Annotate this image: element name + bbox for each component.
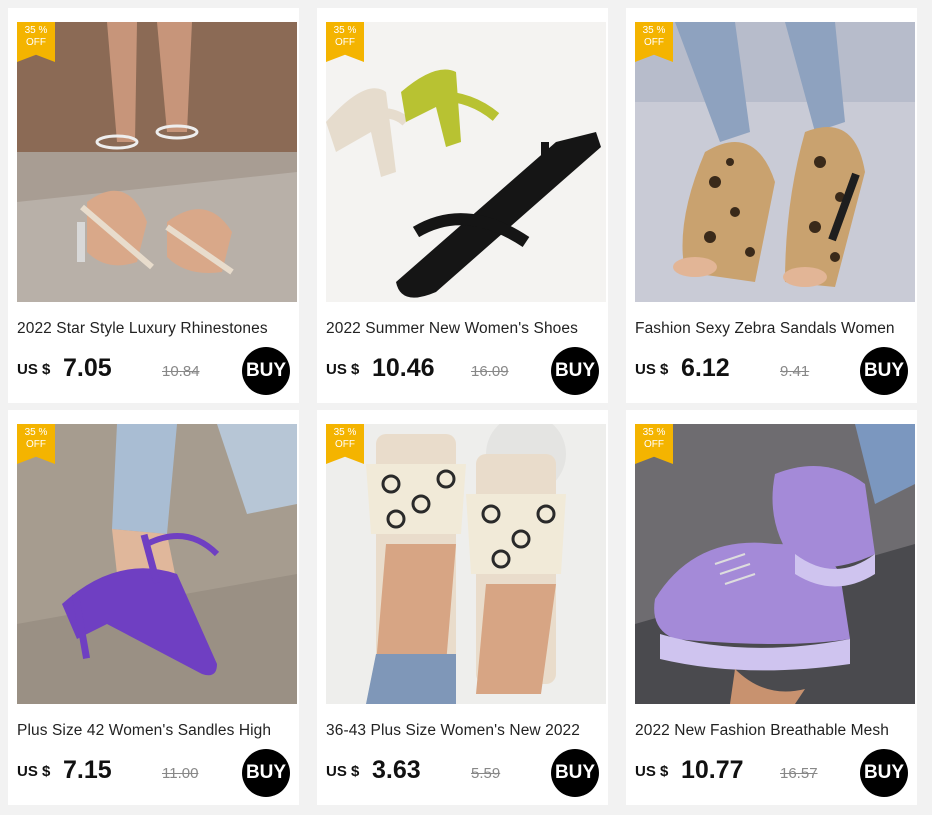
currency-label: US $ [635,763,669,780]
discount-off-label: OFF [26,37,46,48]
leopard-sandals-photo [635,22,915,302]
product-card[interactable]: 35 % OFF 2022 Summer New Women's Shoes U… [317,8,608,403]
purple-mesh-sneakers-photo [635,424,915,704]
product-image[interactable]: 35 % OFF [17,22,297,302]
product-title[interactable]: 2022 New Fashion Breathable Mesh [635,722,913,740]
buy-button[interactable]: BUY [551,749,599,797]
buy-button[interactable]: BUY [860,749,908,797]
discount-off-label: OFF [644,37,664,48]
product-image[interactable]: 35 % OFF [326,424,606,704]
sale-price: 7.15 [63,756,112,784]
discount-off-label: OFF [335,37,355,48]
discount-percent: 35 % [24,427,48,438]
product-card[interactable]: 35 % OFF Fashion Sexy Zebra Sandals Wome… [626,8,917,403]
currency-label: US $ [17,763,51,780]
discount-off-label: OFF [335,439,355,450]
currency-label: US $ [326,361,360,378]
currency-label: US $ [17,361,51,378]
sale-price: 10.77 [681,756,744,784]
sale-price: 3.63 [372,756,421,784]
product-title[interactable]: Plus Size 42 Women's Sandles High [17,722,295,740]
currency-label: US $ [326,763,360,780]
product-card[interactable]: 35 % OFF 2022 New Fashion Breathable Mes… [626,410,917,805]
buy-button[interactable]: BUY [551,347,599,395]
discount-percent: 35 % [642,25,666,36]
product-title[interactable]: Fashion Sexy Zebra Sandals Women [635,320,913,338]
original-price: 16.09 [471,363,509,380]
product-image[interactable]: 35 % OFF [326,22,606,302]
product-image[interactable]: 35 % OFF [635,22,915,302]
original-price: 10.84 [162,363,200,380]
product-title[interactable]: 2022 Summer New Women's Shoes [326,320,604,338]
discount-percent: 35 % [24,25,48,36]
product-card[interactable]: 35 % OFF 36-43 Plus Size Women's New 202… [317,410,608,805]
product-title[interactable]: 36-43 Plus Size Women's New 2022 [326,722,604,740]
square-toe-mules-photo [326,22,606,302]
discount-off-label: OFF [644,439,664,450]
sale-price: 7.05 [63,354,112,382]
discount-percent: 35 % [642,427,666,438]
buy-button[interactable]: BUY [860,347,908,395]
product-card[interactable]: 35 % OFF 2022 Star Style Luxury Rhinesto… [8,8,299,403]
currency-label: US $ [635,361,669,378]
product-image[interactable]: 35 % OFF [17,424,297,704]
product-title[interactable]: 2022 Star Style Luxury Rhinestones [17,320,295,338]
discount-off-label: OFF [26,439,46,450]
buy-button[interactable]: BUY [242,347,290,395]
product-card[interactable]: 35 % OFF Plus Size 42 Women's Sandles Hi… [8,410,299,805]
sale-price: 6.12 [681,354,730,382]
original-price: 5.59 [471,765,501,782]
purple-pointed-heels-photo [17,424,297,704]
original-price: 11.00 [162,765,199,782]
sale-price: 10.46 [372,354,435,382]
discount-percent: 35 % [333,427,357,438]
original-price: 9.41 [780,363,810,380]
product-image[interactable]: 35 % OFF [635,424,915,704]
discount-percent: 35 % [333,25,357,36]
bow-slide-sandals-photo [326,424,606,704]
buy-button[interactable]: BUY [242,749,290,797]
rhinestone-heels-photo [17,22,297,302]
original-price: 16.57 [780,765,818,782]
product-grid: 35 % OFF 2022 Star Style Luxury Rhinesto… [0,0,932,815]
